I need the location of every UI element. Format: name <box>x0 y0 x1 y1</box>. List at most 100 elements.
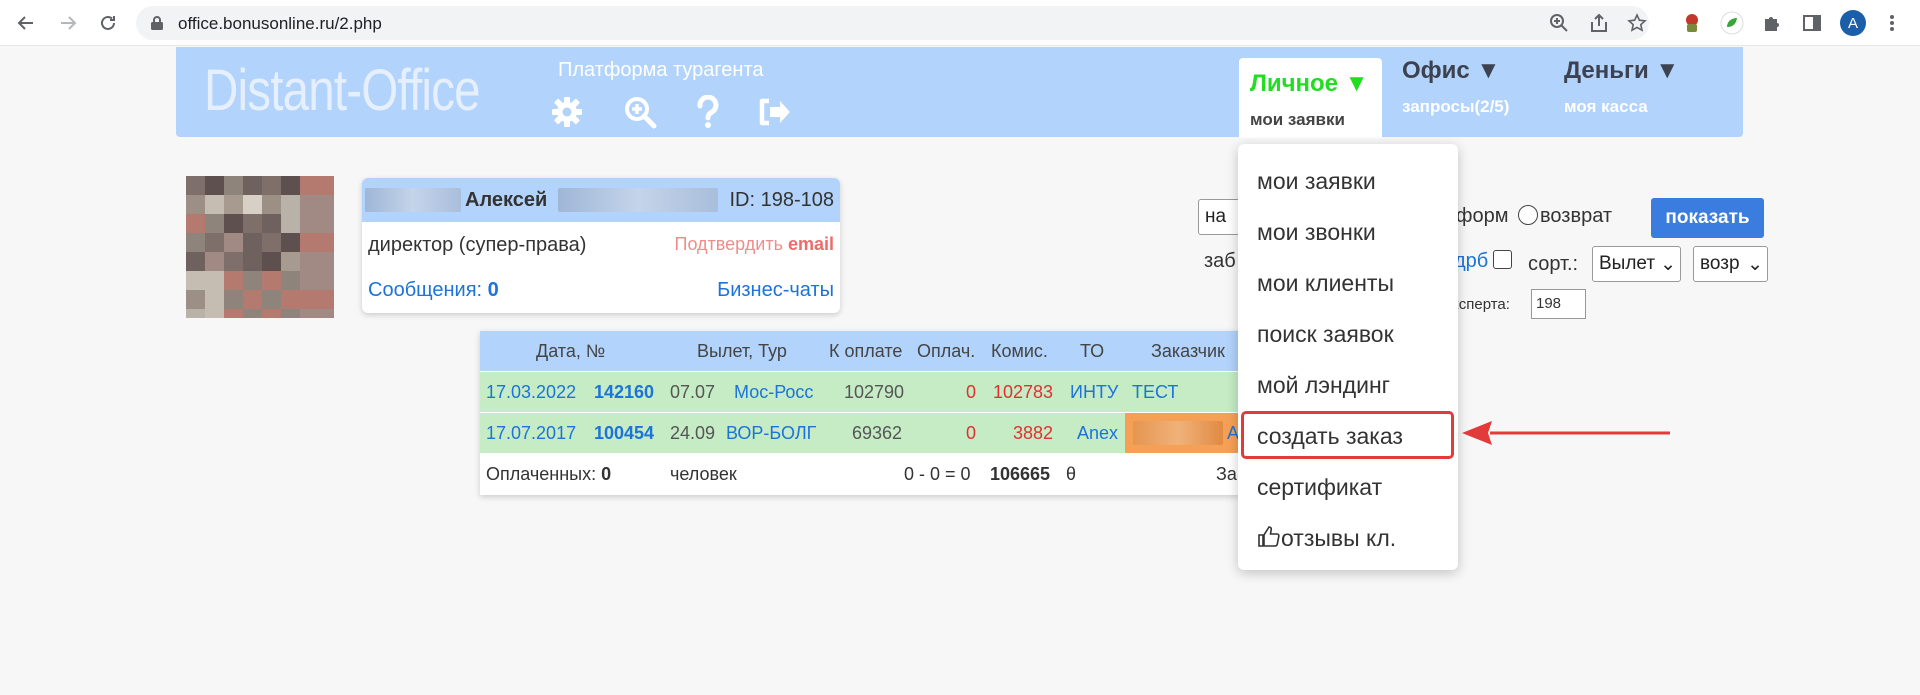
col-client[interactable]: Заказчик <box>1151 341 1225 362</box>
expert-label: ксперта: <box>1452 296 1510 313</box>
reload-icon[interactable] <box>95 10 121 36</box>
sum-formula: 0 - 0 = 0 <box>904 464 971 484</box>
to-pay-value: 69362 <box>852 423 903 443</box>
order-select[interactable]: возр ⌄ <box>1693 246 1768 282</box>
operator-link[interactable]: Anex <box>1077 423 1118 444</box>
chevron-down-icon: ⌄ <box>1660 254 1676 275</box>
sort-select[interactable]: Вылет ⌄ <box>1592 246 1681 282</box>
to-pay-value: 102790 <box>844 382 905 402</box>
order-number[interactable]: 142160 <box>594 382 654 403</box>
operator-link[interactable]: ИНТУ <box>1070 382 1118 403</box>
table-row[interactable]: 17.07.2017 100454 24.09 ВОР-БОЛГ 69362 0… <box>480 413 1240 453</box>
drb-checkbox[interactable] <box>1493 250 1512 269</box>
dropdown-item-my-requests[interactable]: мои заявки <box>1257 168 1376 195</box>
tour-link[interactable]: Мос-Росс <box>734 382 813 403</box>
zab-text: заб <box>1204 250 1236 272</box>
col-operator[interactable]: ТО <box>1080 341 1104 362</box>
menu-office-title[interactable]: Офис ▼ <box>1402 57 1509 85</box>
order-date[interactable]: 17.03.2022 <box>486 382 576 403</box>
user-name: Алексей <box>465 189 548 211</box>
logout-icon[interactable] <box>756 95 790 129</box>
menu-personal-title[interactable]: Личное ▼ <box>1250 70 1382 98</box>
highlight-box <box>1241 411 1454 459</box>
help-question-icon[interactable] <box>691 94 725 129</box>
back-icon[interactable] <box>13 10 39 36</box>
confirm-email-link[interactable]: Подтвердить email <box>675 234 835 255</box>
commission-value: 3882 <box>1013 423 1054 443</box>
col-commission[interactable]: Комис. <box>991 341 1048 362</box>
address-bar[interactable]: office.bonusonline.ru/2.php <box>136 6 1649 40</box>
thumbs-up-icon <box>1258 526 1280 547</box>
share-icon[interactable] <box>1589 13 1609 33</box>
url-text: office.bonusonline.ru/2.php <box>178 14 382 33</box>
order-select-value: возр <box>1700 253 1740 274</box>
menu-money-title[interactable]: Деньги ▼ <box>1564 57 1679 85</box>
menu-office-sub[interactable]: запросы(2/5) <box>1402 97 1509 117</box>
blurred-client <box>1133 421 1223 445</box>
menu-office[interactable]: Офис ▼ запросы(2/5) <box>1402 57 1509 117</box>
side-panel-icon[interactable] <box>1800 11 1824 35</box>
dropdown-item-certificate[interactable]: сертификат <box>1257 474 1382 501</box>
paid-label: Оплаченных: <box>486 464 597 484</box>
col-paid[interactable]: Оплач. <box>917 341 975 362</box>
menu-money-sub[interactable]: моя касса <box>1564 97 1679 117</box>
dropdown-item-my-clients[interactable]: мои клиенты <box>1257 270 1394 297</box>
bookmark-star-icon[interactable] <box>1627 13 1647 33</box>
commission-value: 102783 <box>993 382 1054 402</box>
menu-personal[interactable]: Личное ▼ мои заявки <box>1239 58 1382 138</box>
tour-link[interactable]: ВОР-БОЛГ <box>726 423 816 444</box>
paid-count: 0 <box>601 464 612 484</box>
order-number[interactable]: 100454 <box>594 423 654 444</box>
forward-icon[interactable] <box>55 10 81 36</box>
people-label: человек <box>670 464 737 484</box>
table-row[interactable]: 17.03.2022 142160 07.07 Мос-Росс 102790 … <box>480 372 1240 412</box>
radio2-label: возврат <box>1540 205 1613 227</box>
radio-return[interactable] <box>1518 205 1538 225</box>
messages-link[interactable]: Сообщения: 0 <box>368 279 499 302</box>
blurred-surname <box>365 188 461 212</box>
dropdown-item-my-landing[interactable]: мой лэндинг <box>1257 372 1390 399</box>
drb-link[interactable]: дрб <box>1454 250 1488 273</box>
business-chats-link[interactable]: Бизнес-чаты <box>717 279 834 302</box>
browser-toolbar: office.bonusonline.ru/2.php A <box>0 0 1920 46</box>
client-highlight: А <box>1125 413 1240 453</box>
extension-icon[interactable] <box>1680 11 1704 35</box>
site-header: Distant-Office Платформа турагента Лично… <box>176 47 1743 138</box>
footer-tail: За <box>1216 464 1237 484</box>
lock-icon <box>150 15 164 36</box>
col-to-pay[interactable]: К оплате <box>829 341 902 362</box>
dropdown-item-search-requests[interactable]: поиск заявок <box>1257 321 1394 348</box>
profile-avatar[interactable]: A <box>1840 10 1866 36</box>
messages-count: 0 <box>487 279 499 301</box>
platform-title: Платформа турагента <box>558 59 764 81</box>
show-button[interactable]: показать <box>1651 198 1764 238</box>
puzzle-icon[interactable] <box>1760 11 1784 35</box>
extension-leaf-icon[interactable] <box>1720 11 1744 35</box>
confirm-email-bold: email <box>787 234 834 254</box>
annotation-arrow-icon <box>1462 421 1670 445</box>
col-departure[interactable]: Вылет, Тур <box>697 341 787 362</box>
kebab-menu-icon[interactable] <box>1880 11 1904 35</box>
paid-value: 0 <box>966 382 977 402</box>
menu-personal-sub[interactable]: мои заявки <box>1250 110 1382 130</box>
settings-gear-icon[interactable] <box>550 95 584 129</box>
reviews-label: отзывы кл. <box>1281 525 1397 551</box>
menu-money[interactable]: Деньги ▼ моя касса <box>1564 57 1679 117</box>
confirm-email-prefix: Подтвердить <box>674 234 783 254</box>
sort-select-value: Вылет <box>1599 253 1656 274</box>
dropdown-item-my-calls[interactable]: мои звонки <box>1257 219 1376 246</box>
order-date[interactable]: 17.07.2017 <box>486 423 576 444</box>
chevron-down-icon: ⌄ <box>1747 254 1763 275</box>
col-date[interactable]: Дата, № <box>536 341 605 362</box>
orders-table: Дата, № Вылет, Тур К оплате Оплач. Комис… <box>480 331 1240 495</box>
paid-count-label: Оплаченных: 0 <box>486 464 611 485</box>
dropdown-item-reviews[interactable]: отзывы кл. <box>1257 525 1396 552</box>
client-link[interactable]: ТЕСТ <box>1132 382 1178 403</box>
blurred-patronymic <box>558 188 718 212</box>
search-plus-icon[interactable] <box>623 95 657 129</box>
avatar <box>186 176 334 318</box>
total-commission: 106665 <box>990 464 1051 484</box>
expert-input[interactable]: 198 <box>1531 289 1586 319</box>
zoom-icon[interactable] <box>1549 13 1569 33</box>
logo[interactable]: Distant-Office <box>204 57 481 124</box>
